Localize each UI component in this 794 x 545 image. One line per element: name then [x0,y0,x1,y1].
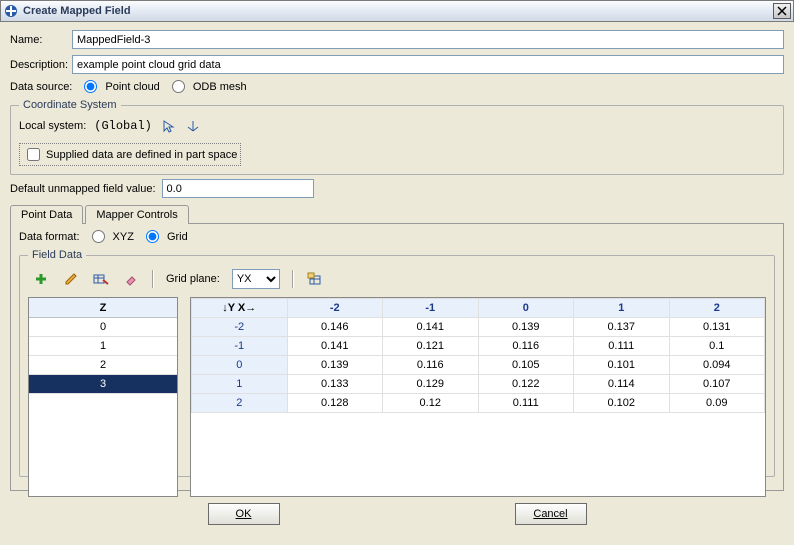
x-col-header: -1 [383,299,479,318]
grid-cell[interactable]: 0.139 [478,318,574,337]
tab-mapper-controls[interactable]: Mapper Controls [85,205,188,224]
grid-area: Z 0123 ↓Y X→-2-1012-20.1460.1410.1390.13… [28,297,766,497]
data-format-row: Data format: XYZ Grid [19,230,775,243]
data-format-label: Data format: [19,231,80,243]
point-cloud-radio[interactable] [84,80,97,93]
grid-radio[interactable] [146,230,159,243]
description-input[interactable] [72,55,784,74]
local-system-value: (Global) [94,119,152,133]
read-from-file-icon[interactable] [306,270,324,288]
grid-cell[interactable]: 0.122 [478,375,574,394]
z-row[interactable]: 2 [29,356,177,375]
x-col-header: -2 [287,299,383,318]
grid-cell[interactable]: 0.111 [574,337,670,356]
z-table: Z 0123 [28,297,178,497]
grid-plane-select[interactable]: YX [232,269,280,289]
data-source-label: Data source: [10,81,72,93]
tab-point-data[interactable]: Point Data [10,205,83,224]
table-pick-icon[interactable] [92,270,110,288]
toolbar-separator-2 [292,270,294,288]
grid-label: Grid [167,231,188,243]
edit-icon[interactable] [62,270,80,288]
grid-cell[interactable]: 0.1 [669,337,765,356]
axes-icon[interactable] [184,117,202,135]
grid-cell[interactable]: 0.129 [383,375,479,394]
close-button[interactable] [773,3,791,19]
xyz-radio[interactable] [92,230,105,243]
coordinate-system-group: Coordinate System Local system: (Global)… [10,99,784,175]
y-row-header: -2 [192,318,288,337]
window-title: Create Mapped Field [23,5,773,17]
y-row-header: 2 [192,394,288,413]
cancel-button[interactable]: Cancel [515,503,587,525]
z-row[interactable]: 3 [29,375,177,394]
default-unmapped-input[interactable] [162,179,314,198]
add-row-icon[interactable] [32,270,50,288]
local-system-label: Local system: [19,120,86,132]
y-row-header: -1 [192,337,288,356]
grid-cell[interactable]: 0.111 [478,394,574,413]
grid-cell[interactable]: 0.128 [287,394,383,413]
grid-cell[interactable]: 0.139 [287,356,383,375]
x-col-header: 2 [669,299,765,318]
grid-cell[interactable]: 0.131 [669,318,765,337]
app-icon [3,3,19,19]
z-row[interactable]: 0 [29,318,177,337]
y-row-header: 0 [192,356,288,375]
odb-mesh-radio[interactable] [172,80,185,93]
name-input[interactable] [72,30,784,49]
erase-icon[interactable] [122,270,140,288]
name-label: Name: [10,34,72,46]
odb-mesh-label: ODB mesh [193,81,247,93]
grid-cell[interactable]: 0.114 [574,375,670,394]
grid-cell[interactable]: 0.146 [287,318,383,337]
field-data-legend: Field Data [28,249,86,261]
title-bar: Create Mapped Field [0,0,794,22]
tab-panel: Data format: XYZ Grid Field Data [10,223,784,491]
field-data-toolbar: Grid plane: YX [28,267,766,297]
description-label: Description: [10,59,72,71]
ok-button[interactable]: OK [208,503,280,525]
grid-cell[interactable]: 0.105 [478,356,574,375]
grid-cell[interactable]: 0.116 [478,337,574,356]
z-row[interactable]: 1 [29,337,177,356]
grid-cell[interactable]: 0.101 [574,356,670,375]
grid-cell[interactable]: 0.107 [669,375,765,394]
point-cloud-label: Point cloud [105,81,159,93]
grid-cell[interactable]: 0.133 [287,375,383,394]
field-data-group: Field Data Grid plane: YX [19,249,775,477]
grid-cell[interactable]: 0.141 [383,318,479,337]
grid-cell[interactable]: 0.116 [383,356,479,375]
data-source-row: Data source: Point cloud ODB mesh [10,80,784,93]
x-col-header: 1 [574,299,670,318]
part-space-checkbox[interactable] [27,148,40,161]
tab-bar: Point Data Mapper Controls [10,204,784,223]
grid-plane-label: Grid plane: [166,273,220,285]
xyz-label: XYZ [113,231,134,243]
grid-cell[interactable]: 0.102 [574,394,670,413]
grid-cell[interactable]: 0.141 [287,337,383,356]
grid-cell[interactable]: 0.137 [574,318,670,337]
dialog-body: Name: Description: Data source: Point cl… [0,22,794,535]
z-header: Z [29,298,177,318]
pick-cursor-icon[interactable] [160,117,178,135]
grid-cell[interactable]: 0.09 [669,394,765,413]
default-unmapped-label: Default unmapped field value: [10,183,156,195]
toolbar-separator [152,270,154,288]
part-space-checkbox-row[interactable]: Supplied data are defined in part space [19,143,241,166]
x-col-header: 0 [478,299,574,318]
grid-cell[interactable]: 0.12 [383,394,479,413]
coordinate-system-legend: Coordinate System [19,99,121,111]
grid-cell[interactable]: 0.094 [669,356,765,375]
grid-cell[interactable]: 0.121 [383,337,479,356]
part-space-label: Supplied data are defined in part space [46,149,237,161]
y-row-header: 1 [192,375,288,394]
yx-corner-header: ↓Y X→ [192,299,288,318]
main-grid-table: ↓Y X→-2-1012-20.1460.1410.1390.1370.131-… [190,297,766,497]
